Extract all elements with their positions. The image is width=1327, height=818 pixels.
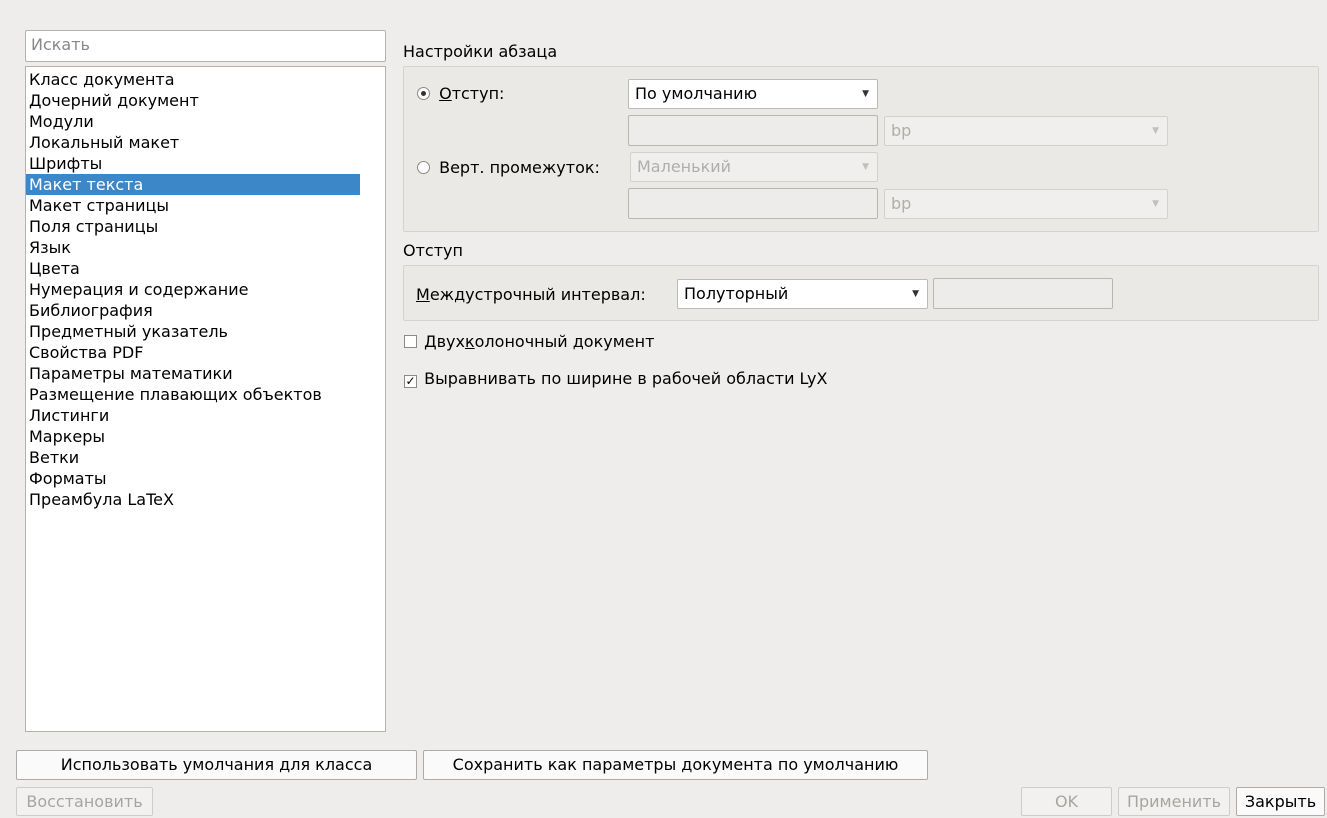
two-column-option[interactable]: Двухколоночный документ xyxy=(404,332,654,351)
line-spacing-value-input[interactable] xyxy=(933,278,1113,309)
indent-combo[interactable]: По умолчанию ▼ xyxy=(628,79,878,109)
vspace-unit-value: bp xyxy=(891,194,912,213)
two-column-label: Двухколоночный документ xyxy=(424,332,655,351)
ok-button[interactable]: OK xyxy=(1021,787,1112,816)
sidebar-item[interactable]: Нумерация и содержание xyxy=(26,279,360,300)
sidebar-item[interactable]: Класс документа xyxy=(26,69,360,90)
search-input[interactable]: Искать xyxy=(25,30,386,62)
line-spacing-value: Полуторный xyxy=(684,284,789,303)
chevron-down-icon: ▼ xyxy=(862,89,869,99)
sidebar-item[interactable]: Модули xyxy=(26,111,360,132)
sidebar-item[interactable]: Предметный указатель xyxy=(26,321,360,342)
chevron-down-icon: ▼ xyxy=(912,289,919,299)
sidebar-item[interactable]: Размещение плавающих объектов xyxy=(26,384,360,405)
two-column-checkbox[interactable] xyxy=(404,335,417,348)
indent-combo-value: По умолчанию xyxy=(635,84,758,103)
save-as-defaults-button[interactable]: Сохранить как параметры документа по умо… xyxy=(423,750,928,780)
sidebar-item[interactable]: Библиография xyxy=(26,300,360,321)
vspace-label: Верт. промежуток: xyxy=(439,158,600,177)
indent-radio[interactable] xyxy=(417,87,430,100)
sidebar-item[interactable]: Листинги xyxy=(26,405,360,426)
chevron-down-icon: ▼ xyxy=(1152,126,1159,136)
indent-label: Отступ: xyxy=(439,84,505,103)
sidebar-item[interactable]: Маркеры xyxy=(26,426,360,447)
close-button[interactable]: Закрыть xyxy=(1236,787,1325,816)
justify-checkbox[interactable]: ✓ xyxy=(404,375,417,388)
chevron-down-icon: ▼ xyxy=(1152,199,1159,209)
use-class-defaults-button[interactable]: Использовать умолчания для класса xyxy=(16,750,417,780)
paragraph-settings-title: Настройки абзаца xyxy=(403,42,558,61)
sidebar-item[interactable]: Поля страницы xyxy=(26,216,360,237)
sidebar-item[interactable]: Цвета xyxy=(26,258,360,279)
category-list[interactable]: Класс документа Дочерний документ Модули Ло… xyxy=(25,66,386,732)
indent-length-input[interactable] xyxy=(628,115,878,146)
vspace-combo[interactable]: Маленький ▼ xyxy=(630,152,878,182)
vspace-length-input[interactable] xyxy=(628,188,878,219)
sidebar-item[interactable]: Шрифты xyxy=(26,153,360,174)
sidebar-item[interactable]: Дочерний документ xyxy=(26,90,360,111)
restore-button[interactable]: Восстановить xyxy=(16,787,153,816)
vspace-unit-combo[interactable]: bp ▼ xyxy=(884,189,1168,219)
sidebar-item[interactable]: Локальный макет xyxy=(26,132,360,153)
sidebar-item[interactable]: Преамбула LaTeX xyxy=(26,489,360,510)
indent-radio-option[interactable]: Отступ: xyxy=(417,84,504,103)
line-spacing-label: Междустрочный интервал: xyxy=(416,285,646,304)
sidebar-item[interactable]: Макет страницы xyxy=(26,195,360,216)
apply-button[interactable]: Применить xyxy=(1118,787,1230,816)
sidebar-item[interactable]: Форматы xyxy=(26,468,360,489)
sidebar-item[interactable]: Язык xyxy=(26,237,360,258)
justify-option[interactable]: ✓ Выравнивать по ширине в рабочей област… xyxy=(404,369,827,388)
sidebar-item[interactable]: Параметры математики xyxy=(26,363,360,384)
spacing-title: Отступ xyxy=(403,241,463,260)
justify-label: Выравнивать по ширине в рабочей области … xyxy=(424,369,828,388)
indent-unit-value: bp xyxy=(891,121,912,140)
chevron-down-icon: ▼ xyxy=(862,162,869,172)
vspace-radio[interactable] xyxy=(417,161,430,174)
sidebar-item[interactable]: Свойства PDF xyxy=(26,342,360,363)
vspace-radio-option[interactable]: Верт. промежуток: xyxy=(417,158,600,177)
line-spacing-combo[interactable]: Полуторный ▼ xyxy=(677,279,928,309)
sidebar-item[interactable]: Макет текста xyxy=(26,174,360,195)
indent-unit-combo[interactable]: bp ▼ xyxy=(884,116,1168,146)
vspace-combo-value: Маленький xyxy=(637,157,732,176)
sidebar-item[interactable]: Ветки xyxy=(26,447,360,468)
